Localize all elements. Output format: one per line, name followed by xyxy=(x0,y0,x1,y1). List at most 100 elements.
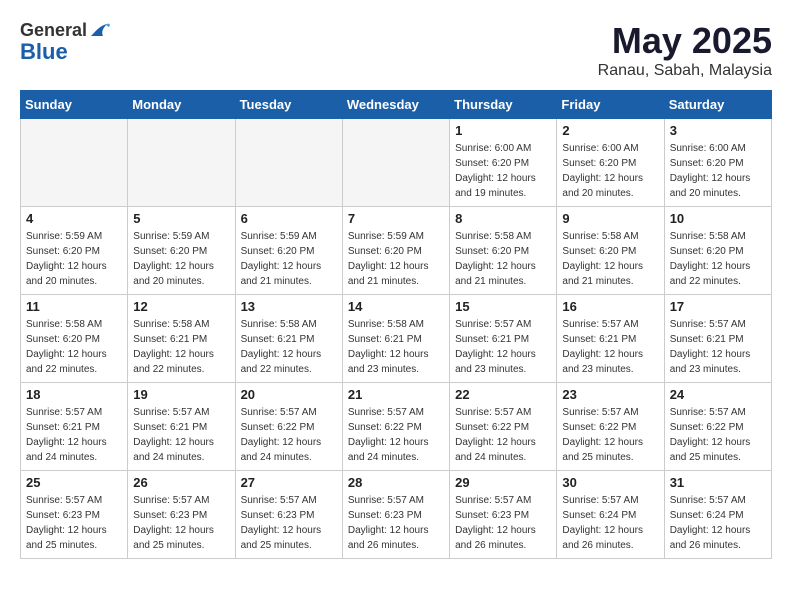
calendar-cell: 12 Sunrise: 5:58 AM Sunset: 6:21 PM Dayli… xyxy=(128,295,235,383)
logo-bird-icon xyxy=(89,22,111,40)
day-info: Sunrise: 5:57 AM Sunset: 6:24 PM Dayligh… xyxy=(670,493,766,553)
day-info: Sunrise: 5:57 AM Sunset: 6:21 PM Dayligh… xyxy=(455,317,551,377)
calendar-cell: 5Sunrise: 5:59 AM Sunset: 6:20 PM Daylig… xyxy=(128,207,235,295)
calendar-cell: 30 Sunrise: 5:57 AM Sunset: 6:24 PM Dayli… xyxy=(557,471,664,559)
day-number: 1 xyxy=(455,123,551,138)
day-number: 31 xyxy=(670,475,766,490)
calendar-cell: 3 Sunrise: 6:00 AM Sunset: 6:20 PM Daylig… xyxy=(664,119,771,207)
weekday-header-thursday: Thursday xyxy=(450,91,557,119)
day-info: Sunrise: 5:57 AM Sunset: 6:23 PM Dayligh… xyxy=(133,493,229,553)
day-info: Sunrise: 5:58 AM Sunset: 6:21 PM Dayligh… xyxy=(241,317,337,377)
day-number: 18 xyxy=(26,387,122,402)
day-info: Sunrise: 5:57 AM Sunset: 6:21 PM Dayligh… xyxy=(562,317,658,377)
day-info: Sunrise: 6:00 AM Sunset: 6:20 PM Dayligh… xyxy=(455,141,551,201)
day-info: Sunrise: 5:59 AM Sunset: 6:20 PM Dayligh… xyxy=(26,229,122,289)
weekday-header-row: SundayMondayTuesdayWednesdayThursdayFrid… xyxy=(21,91,772,119)
day-number: 25 xyxy=(26,475,122,490)
calendar-cell: 27 Sunrise: 5:57 AM Sunset: 6:23 PM Dayli… xyxy=(235,471,342,559)
day-number: 12 xyxy=(133,299,229,314)
day-info: Sunrise: 5:58 AM Sunset: 6:21 PM Dayligh… xyxy=(348,317,444,377)
day-number: 2 xyxy=(562,123,658,138)
day-number: 23 xyxy=(562,387,658,402)
calendar-cell: 1 Sunrise: 6:00 AM Sunset: 6:20 PM Daylig… xyxy=(450,119,557,207)
calendar-cell: 9Sunrise: 5:58 AM Sunset: 6:20 PM Daylig… xyxy=(557,207,664,295)
weekday-header-tuesday: Tuesday xyxy=(235,91,342,119)
calendar-cell: 15 Sunrise: 5:57 AM Sunset: 6:21 PM Dayli… xyxy=(450,295,557,383)
day-number: 26 xyxy=(133,475,229,490)
day-info: Sunrise: 5:58 AM Sunset: 6:20 PM Dayligh… xyxy=(26,317,122,377)
day-info: Sunrise: 5:57 AM Sunset: 6:21 PM Dayligh… xyxy=(26,405,122,465)
weekday-header-saturday: Saturday xyxy=(664,91,771,119)
day-info: Sunrise: 5:57 AM Sunset: 6:24 PM Dayligh… xyxy=(562,493,658,553)
title-block: May 2025 Ranau, Sabah, Malaysia xyxy=(598,20,772,80)
day-number: 24 xyxy=(670,387,766,402)
day-info: Sunrise: 5:57 AM Sunset: 6:22 PM Dayligh… xyxy=(670,405,766,465)
calendar-cell: 8 Sunrise: 5:58 AM Sunset: 6:20 PM Daylig… xyxy=(450,207,557,295)
calendar-cell: 14 Sunrise: 5:58 AM Sunset: 6:21 PM Dayli… xyxy=(342,295,449,383)
week-row-2: 4 Sunrise: 5:59 AM Sunset: 6:20 PM Daylig… xyxy=(21,207,772,295)
day-number: 27 xyxy=(241,475,337,490)
day-info: Sunrise: 5:58 AM Sunset: 6:20 PM Dayligh… xyxy=(455,229,551,289)
month-title: May 2025 xyxy=(598,20,772,62)
calendar-cell xyxy=(235,119,342,207)
day-info: Sunrise: 5:57 AM Sunset: 6:23 PM Dayligh… xyxy=(26,493,122,553)
page-header: General Blue May 2025 Ranau, Sabah, Mala… xyxy=(20,20,772,80)
week-row-4: 18 Sunrise: 5:57 AM Sunset: 6:21 PM Dayli… xyxy=(21,383,772,471)
week-row-5: 25 Sunrise: 5:57 AM Sunset: 6:23 PM Dayli… xyxy=(21,471,772,559)
day-info: Sunrise: 5:59 AM Sunset: 6:20 PM Dayligh… xyxy=(133,229,229,289)
logo-blue-text: Blue xyxy=(20,39,68,65)
day-number: 14 xyxy=(348,299,444,314)
day-number: 9 xyxy=(562,211,658,226)
logo: General Blue xyxy=(20,20,111,65)
calendar-cell: 11 Sunrise: 5:58 AM Sunset: 6:20 PM Dayli… xyxy=(21,295,128,383)
day-info: Sunrise: 5:57 AM Sunset: 6:22 PM Dayligh… xyxy=(241,405,337,465)
calendar-cell: 29 Sunrise: 5:57 AM Sunset: 6:23 PM Dayli… xyxy=(450,471,557,559)
day-number: 8 xyxy=(455,211,551,226)
calendar-cell: 20Sunrise: 5:57 AM Sunset: 6:22 PM Dayli… xyxy=(235,383,342,471)
week-row-3: 11 Sunrise: 5:58 AM Sunset: 6:20 PM Dayli… xyxy=(21,295,772,383)
day-info: Sunrise: 5:57 AM Sunset: 6:23 PM Dayligh… xyxy=(455,493,551,553)
week-row-1: 1 Sunrise: 6:00 AM Sunset: 6:20 PM Daylig… xyxy=(21,119,772,207)
day-number: 10 xyxy=(670,211,766,226)
day-info: Sunrise: 5:57 AM Sunset: 6:22 PM Dayligh… xyxy=(348,405,444,465)
day-number: 11 xyxy=(26,299,122,314)
day-number: 13 xyxy=(241,299,337,314)
weekday-header-monday: Monday xyxy=(128,91,235,119)
calendar-cell: 24 Sunrise: 5:57 AM Sunset: 6:22 PM Dayli… xyxy=(664,383,771,471)
day-number: 7 xyxy=(348,211,444,226)
calendar-cell xyxy=(342,119,449,207)
day-info: Sunrise: 5:57 AM Sunset: 6:21 PM Dayligh… xyxy=(133,405,229,465)
day-info: Sunrise: 6:00 AM Sunset: 6:20 PM Dayligh… xyxy=(670,141,766,201)
day-number: 3 xyxy=(670,123,766,138)
calendar-cell: 4 Sunrise: 5:59 AM Sunset: 6:20 PM Daylig… xyxy=(21,207,128,295)
day-info: Sunrise: 5:57 AM Sunset: 6:22 PM Dayligh… xyxy=(455,405,551,465)
day-number: 15 xyxy=(455,299,551,314)
day-info: Sunrise: 5:58 AM Sunset: 6:20 PM Dayligh… xyxy=(670,229,766,289)
calendar-table: SundayMondayTuesdayWednesdayThursdayFrid… xyxy=(20,90,772,559)
calendar-cell: 23 Sunrise: 5:57 AM Sunset: 6:22 PM Dayli… xyxy=(557,383,664,471)
day-number: 4 xyxy=(26,211,122,226)
day-info: Sunrise: 5:59 AM Sunset: 6:20 PM Dayligh… xyxy=(241,229,337,289)
calendar-cell: 26 Sunrise: 5:57 AM Sunset: 6:23 PM Dayli… xyxy=(128,471,235,559)
calendar-cell: 7Sunrise: 5:59 AM Sunset: 6:20 PM Daylig… xyxy=(342,207,449,295)
day-info: Sunrise: 5:57 AM Sunset: 6:23 PM Dayligh… xyxy=(348,493,444,553)
day-number: 30 xyxy=(562,475,658,490)
calendar-cell xyxy=(128,119,235,207)
calendar-cell: 18 Sunrise: 5:57 AM Sunset: 6:21 PM Dayli… xyxy=(21,383,128,471)
day-number: 29 xyxy=(455,475,551,490)
day-number: 19 xyxy=(133,387,229,402)
location: Ranau, Sabah, Malaysia xyxy=(598,62,772,80)
calendar-cell: 25 Sunrise: 5:57 AM Sunset: 6:23 PM Dayli… xyxy=(21,471,128,559)
weekday-header-wednesday: Wednesday xyxy=(342,91,449,119)
day-number: 22 xyxy=(455,387,551,402)
day-info: Sunrise: 5:58 AM Sunset: 6:21 PM Dayligh… xyxy=(133,317,229,377)
calendar-cell: 19 Sunrise: 5:57 AM Sunset: 6:21 PM Dayli… xyxy=(128,383,235,471)
day-info: Sunrise: 5:57 AM Sunset: 6:22 PM Dayligh… xyxy=(562,405,658,465)
calendar-cell: 16Sunrise: 5:57 AM Sunset: 6:21 PM Dayli… xyxy=(557,295,664,383)
calendar-cell: 17Sunrise: 5:57 AM Sunset: 6:21 PM Dayli… xyxy=(664,295,771,383)
day-info: Sunrise: 6:00 AM Sunset: 6:20 PM Dayligh… xyxy=(562,141,658,201)
calendar-cell: 22 Sunrise: 5:57 AM Sunset: 6:22 PM Dayli… xyxy=(450,383,557,471)
day-number: 21 xyxy=(348,387,444,402)
day-number: 28 xyxy=(348,475,444,490)
day-info: Sunrise: 5:57 AM Sunset: 6:23 PM Dayligh… xyxy=(241,493,337,553)
